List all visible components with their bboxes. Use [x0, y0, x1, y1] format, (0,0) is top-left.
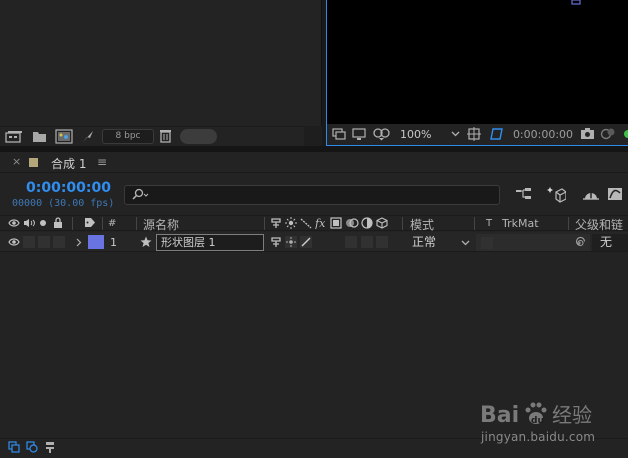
column-header-parent[interactable]: 父级和链: [575, 216, 623, 233]
color-depth-button[interactable]: 8 bpc: [102, 129, 154, 144]
project-scroll-handle[interactable]: [180, 129, 217, 144]
svg-text:经验: 经验: [552, 403, 592, 427]
layer-number: 1: [110, 236, 117, 249]
layer-name-field[interactable]: 形状图层 1: [156, 234, 264, 251]
interpret-footage-icon[interactable]: [5, 130, 23, 143]
viewer-timecode[interactable]: 0:00:00:00: [512, 126, 574, 143]
monitor-icon[interactable]: [352, 127, 366, 141]
column-separator[interactable]: [102, 217, 103, 230]
layer-3d-toggle[interactable]: [376, 236, 388, 248]
layer-shy-switch-icon[interactable]: [270, 236, 282, 248]
parent-pick-whip-icon[interactable]: [573, 237, 585, 249]
project-panel: [0, 0, 322, 146]
tab-bar-border: [0, 172, 628, 173]
shape-layer-star-icon: [140, 236, 152, 248]
svg-text:Bai: Bai: [480, 403, 519, 428]
column-header-trkmat[interactable]: TrkMat: [502, 217, 539, 230]
render-queue-icon[interactable]: [81, 129, 95, 144]
snapshot-camera-icon[interactable]: [580, 127, 595, 140]
layer-audio-toggle[interactable]: [23, 236, 35, 248]
layer-label-color[interactable]: [88, 235, 104, 249]
column-separator[interactable]: [72, 217, 73, 230]
effects-fx-icon[interactable]: fx: [315, 216, 329, 229]
mask-visibility-icon[interactable]: [373, 127, 391, 141]
motion-blur-icon[interactable]: [583, 187, 599, 201]
layer-lock-toggle[interactable]: [53, 236, 65, 248]
collapse-sun-icon[interactable]: [285, 217, 297, 229]
frame-blending-icon[interactable]: [330, 217, 342, 229]
baidu-logo: Bai du 经验: [480, 398, 602, 430]
svg-text:du: du: [531, 416, 544, 426]
new-folder-icon[interactable]: [32, 130, 47, 143]
in-out-toggle-icon[interactable]: [44, 441, 56, 453]
search-icon[interactable]: [131, 188, 149, 201]
frame-count-display: 00000 (30.00 fps): [12, 198, 115, 209]
column-header-source-name[interactable]: 源名称: [143, 216, 179, 233]
viewer-canvas[interactable]: [327, 0, 628, 124]
always-preview-icon[interactable]: [332, 127, 346, 141]
show-snapshot-icon[interactable]: [600, 127, 616, 140]
solo-dot-icon[interactable]: [39, 219, 47, 227]
quality-slash-icon[interactable]: [300, 217, 312, 229]
layer-adjustment-toggle[interactable]: [361, 236, 373, 248]
layer-quality-switch-icon[interactable]: [300, 236, 312, 248]
column-separator[interactable]: [568, 217, 569, 230]
channel-color-icon[interactable]: [622, 129, 628, 139]
graph-editor-icon[interactable]: [607, 187, 625, 201]
comp-flowchart-icon[interactable]: [516, 187, 532, 201]
current-time-display[interactable]: 0:00:00:00: [26, 180, 111, 196]
audio-speaker-icon[interactable]: [23, 218, 35, 228]
label-tag-icon[interactable]: [84, 217, 96, 228]
tab-close-button[interactable]: ×: [12, 155, 21, 168]
composition-color-swatch: [29, 158, 38, 167]
layer-collapse-switch-icon[interactable]: [285, 236, 297, 248]
3d-layer-cube-icon[interactable]: [376, 217, 388, 229]
adjustment-layer-icon[interactable]: [361, 217, 373, 229]
layer-visibility-eye-icon[interactable]: [8, 237, 20, 247]
layer-search-input[interactable]: [124, 185, 500, 205]
layer-solo-toggle[interactable]: [38, 236, 50, 248]
modes-toggle-icon[interactable]: [26, 441, 38, 453]
chevron-down-icon[interactable]: [451, 131, 460, 137]
lock-icon[interactable]: [53, 217, 63, 228]
expand-chevron-icon[interactable]: [76, 238, 82, 247]
chevron-down-icon[interactable]: [461, 240, 470, 246]
parent-select[interactable]: 无: [592, 234, 628, 251]
column-header-mode[interactable]: 模式: [410, 216, 434, 233]
svg-text:fx: fx: [315, 217, 326, 229]
column-separator[interactable]: [136, 217, 137, 230]
draft-3d-icon[interactable]: [547, 185, 566, 203]
preserve-transparency-toggle[interactable]: [481, 237, 493, 249]
column-separator[interactable]: [264, 217, 265, 230]
motion-blur-switch-icon[interactable]: [345, 217, 359, 229]
trash-icon[interactable]: [159, 129, 172, 143]
anchor-point-icon: [570, 0, 582, 5]
project-scrollbar[interactable]: [304, 126, 322, 146]
tab-composition[interactable]: 合成 1: [51, 155, 86, 172]
column-header-t[interactable]: T: [486, 218, 492, 229]
watermark-url: jingyan.baidu.com: [481, 430, 596, 444]
panel-menu-button[interactable]: ≡: [97, 155, 107, 169]
column-header-number[interactable]: #: [108, 218, 116, 229]
layer-switches-toggle-icon[interactable]: [8, 441, 20, 453]
layer-motion-blur-toggle[interactable]: [345, 236, 357, 248]
video-visibility-icon[interactable]: [8, 218, 20, 228]
column-separator[interactable]: [402, 217, 403, 230]
shy-switch-icon[interactable]: [270, 217, 282, 229]
column-separator[interactable]: [474, 217, 475, 230]
grid-guides-icon[interactable]: [467, 127, 481, 141]
region-of-interest-icon[interactable]: [488, 126, 504, 142]
new-composition-icon[interactable]: [55, 129, 73, 144]
